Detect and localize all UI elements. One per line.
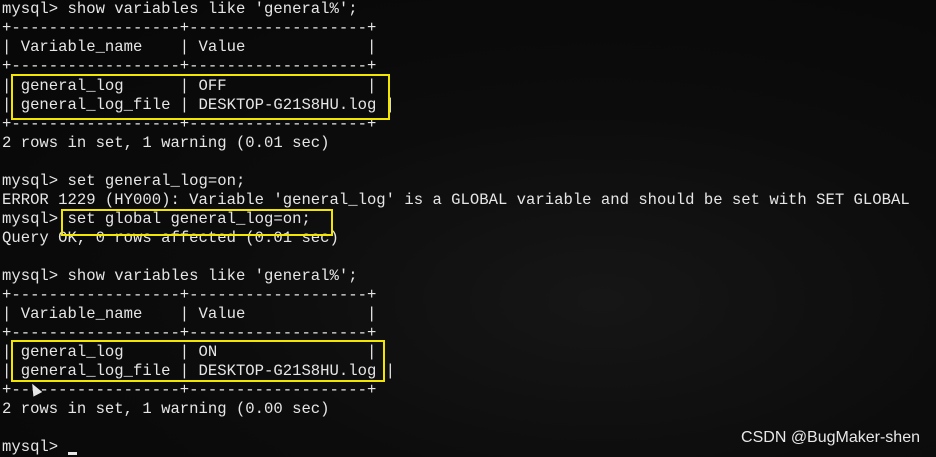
terminal-line: mysql> show variables like 'general%'; <box>2 0 358 18</box>
highlight-box-command <box>61 209 333 236</box>
terminal-line: | Variable_name | Value | <box>2 305 377 323</box>
terminal-line: +------------------+-------------------+ <box>2 286 377 304</box>
terminal-line: 2 rows in set, 1 warning (0.00 sec) <box>2 400 330 418</box>
highlight-box-result-2 <box>11 340 385 382</box>
highlight-box-result-1 <box>11 74 390 120</box>
terminal-prompt[interactable]: mysql> <box>2 438 68 457</box>
terminal-line: ERROR 1229 (HY000): Variable 'general_lo… <box>2 191 910 209</box>
terminal-line: +------------------+-------------------+ <box>2 381 377 399</box>
terminal-line: 2 rows in set, 1 warning (0.01 sec) <box>2 134 330 152</box>
terminal-line: mysql> set general_log=on; <box>2 172 246 190</box>
terminal-line: | Variable_name | Value | <box>2 38 377 56</box>
terminal-line: +------------------+-------------------+ <box>2 19 377 37</box>
terminal-line: mysql> show variables like 'general%'; <box>2 267 358 285</box>
watermark: CSDN @BugMaker-shen <box>741 429 920 446</box>
terminal-window[interactable]: mysql> show variables like 'general%'; +… <box>0 0 936 457</box>
text-cursor <box>68 452 77 455</box>
